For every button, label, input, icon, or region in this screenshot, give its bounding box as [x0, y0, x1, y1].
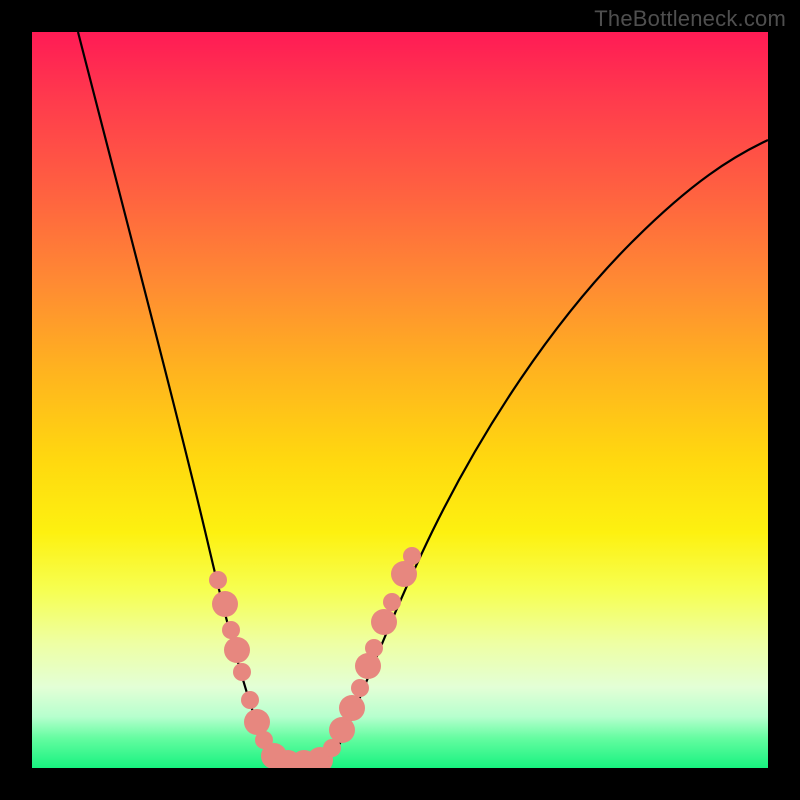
data-dot	[355, 653, 381, 679]
data-dot	[339, 695, 365, 721]
data-dot	[403, 547, 421, 565]
data-dot	[351, 679, 369, 697]
data-dot	[241, 691, 259, 709]
data-dot	[222, 621, 240, 639]
data-dot	[224, 637, 250, 663]
stage: TheBottleneck.com	[0, 0, 800, 800]
data-dot	[244, 709, 270, 735]
dot-layer	[32, 32, 768, 768]
data-dot	[209, 571, 227, 589]
watermark-text: TheBottleneck.com	[594, 6, 786, 32]
data-dot	[371, 609, 397, 635]
chart-panel	[32, 32, 768, 768]
data-dot	[365, 639, 383, 657]
data-dot	[233, 663, 251, 681]
data-dot	[212, 591, 238, 617]
data-dot	[383, 593, 401, 611]
